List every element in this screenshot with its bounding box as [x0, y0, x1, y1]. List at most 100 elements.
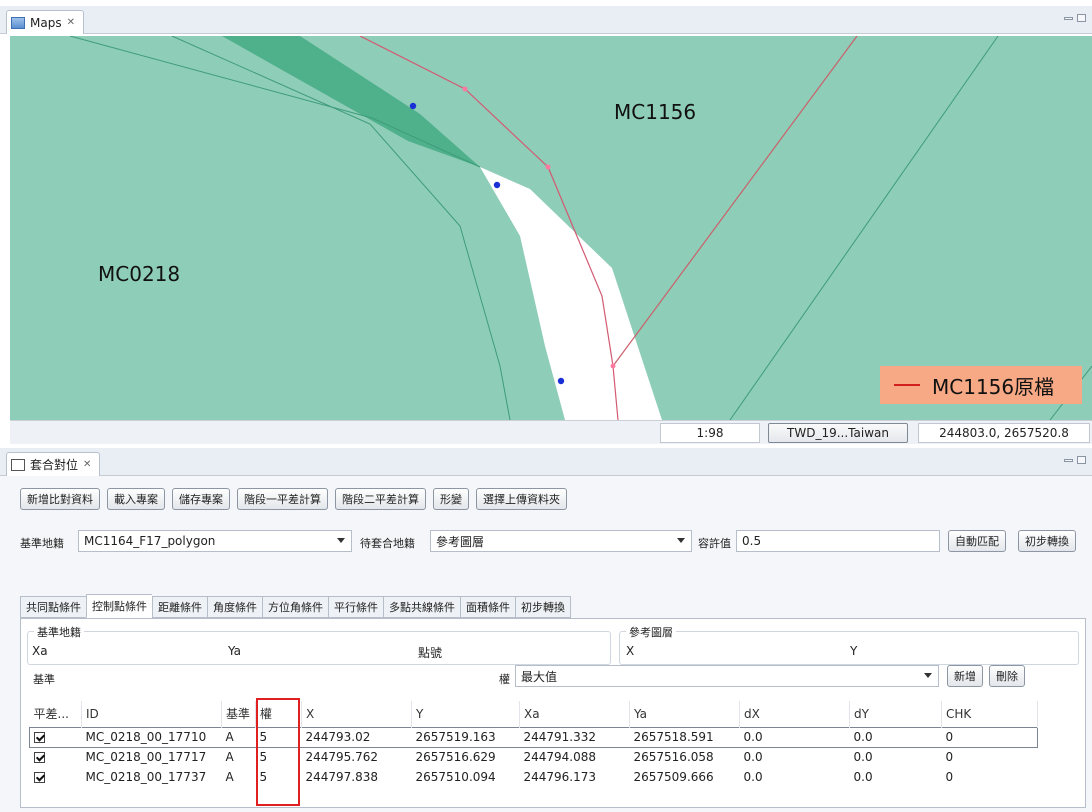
- map-legend: MC1156原檔: [880, 366, 1082, 404]
- col-x[interactable]: X: [301, 701, 412, 727]
- control-point-tab-content: 基準地籍 Xa Ya 點號 參考圖層 X Y 基準 權 最大值 新增 刪除 平差…: [20, 618, 1086, 808]
- control-point[interactable]: [409, 102, 417, 110]
- col-adjust[interactable]: 平差...: [29, 701, 82, 727]
- tab-azimuth[interactable]: 方位角條件: [262, 596, 328, 618]
- chevron-down-icon: [677, 538, 685, 543]
- maximize-icon[interactable]: [1077, 456, 1086, 464]
- control-point[interactable]: [493, 181, 501, 189]
- add-button[interactable]: 新增: [947, 665, 983, 687]
- row-checkbox-cell[interactable]: [30, 767, 82, 787]
- delete-button[interactable]: 刪除: [989, 665, 1025, 687]
- cell-y: 2657516.629: [415, 750, 496, 765]
- tab-control-point[interactable]: 控制點條件: [86, 594, 152, 618]
- maps-window-controls: [1064, 14, 1086, 22]
- map-statusbar: 1:98 TWD_19...Taiwan 244803.0, 2657520.8: [10, 420, 1092, 444]
- panel-icon: [11, 458, 25, 471]
- tolerance-input[interactable]: 0.5: [736, 530, 940, 552]
- target-cadastre-label: 待套合地籍: [360, 537, 415, 550]
- save-project-button[interactable]: 儲存專案: [172, 488, 230, 510]
- stage1-adjust-button[interactable]: 階段一平差計算: [237, 488, 328, 510]
- tab-angle[interactable]: 角度條件: [207, 596, 262, 618]
- load-project-button[interactable]: 載入專案: [107, 488, 165, 510]
- cell-chk: 0: [945, 770, 954, 784]
- col-ya[interactable]: Ya: [629, 701, 740, 727]
- col-weight[interactable]: 權: [255, 701, 302, 727]
- add-comparison-button[interactable]: 新增比對資料: [20, 488, 100, 510]
- outline-vertex: [462, 86, 468, 92]
- tab-maps[interactable]: Maps ✕: [6, 10, 84, 34]
- cell-chk: 0: [945, 750, 954, 765]
- row-checkbox-cell[interactable]: [30, 747, 82, 767]
- target-cadastre-select[interactable]: 參考圖層: [430, 530, 692, 552]
- initial-transform-button[interactable]: 初步轉換: [1018, 530, 1076, 552]
- table-row[interactable]: MC_0218_00_17710 A 5 244793.02 2657519.1…: [29, 726, 1038, 748]
- tab-distance[interactable]: 距離條件: [152, 596, 207, 618]
- weight-label: 權: [499, 673, 510, 686]
- cell-y: 2657519.163: [411, 726, 520, 748]
- tab-overlay-alignment[interactable]: 套合對位 ✕: [6, 452, 101, 476]
- base-cadastre-label: 基準地籍: [20, 537, 64, 550]
- row-checkbox-cell[interactable]: [29, 726, 82, 748]
- cell-y: 2657510.094: [415, 770, 496, 784]
- cell-xa: 244791.332: [519, 726, 630, 748]
- cell-weight[interactable]: 5: [256, 767, 302, 787]
- select-upload-folder-button[interactable]: 選擇上傳資料夾: [476, 488, 567, 510]
- row-checkbox[interactable]: [33, 752, 45, 764]
- minimize-icon[interactable]: [1064, 459, 1073, 462]
- coordinate-readout: 244803.0, 2657520.8: [918, 423, 1090, 443]
- row-checkbox[interactable]: [34, 732, 45, 743]
- weight-select[interactable]: 最大值: [515, 665, 939, 687]
- ref-group-title: 參考圖層: [626, 624, 676, 640]
- cell-weight[interactable]: 5: [256, 747, 302, 767]
- control-point-table: 平差... ID 基準 權 X Y Xa Ya dX dY CHK MC_021…: [29, 701, 1038, 787]
- cell-ya: 2657509.666: [633, 770, 714, 784]
- tab-collinear[interactable]: 多點共線條件: [383, 596, 460, 618]
- panel-tabbar: 套合對位 ✕: [0, 448, 1092, 476]
- col-dx[interactable]: dX: [739, 701, 850, 727]
- col-chk[interactable]: CHK: [941, 701, 1038, 727]
- base-cadastre-value: MC1164_F17_polygon: [84, 534, 216, 548]
- panel-window-controls: [1064, 456, 1086, 464]
- ref-y-field[interactable]: Y: [850, 644, 857, 658]
- tab-overlay-alignment-label: 套合對位: [30, 458, 79, 472]
- parcel-label-mc0218: MC0218: [98, 262, 181, 286]
- auto-match-button[interactable]: 自動匹配: [948, 530, 1006, 552]
- tab-maps-label: Maps: [30, 15, 62, 30]
- maps-tabbar: Maps ✕: [0, 6, 1092, 34]
- minimize-icon[interactable]: [1064, 17, 1073, 20]
- tab-common-point[interactable]: 共同點條件: [20, 596, 86, 618]
- stage2-adjust-button[interactable]: 階段二平差計算: [335, 488, 426, 510]
- base-ya-field[interactable]: Ya: [228, 644, 241, 658]
- cell-dx: 0.0: [739, 726, 850, 748]
- table-row[interactable]: MC_0218_00_17717 A 5 244795.762 2657516.…: [30, 747, 1038, 767]
- cell-ya: 2657518.591: [629, 726, 740, 748]
- close-icon[interactable]: ✕: [83, 459, 91, 470]
- chevron-down-icon: [337, 538, 345, 543]
- col-dy[interactable]: dY: [849, 701, 942, 727]
- base-point-no-field[interactable]: 點號: [418, 644, 442, 661]
- condition-tabs: 共同點條件 控制點條件 距離條件 角度條件 方位角條件 平行條件 多點共線條件 …: [20, 594, 571, 618]
- col-id[interactable]: ID: [81, 701, 222, 727]
- maximize-icon[interactable]: [1077, 14, 1086, 22]
- base-cadastre-group: 基準地籍 Xa Ya 點號: [27, 624, 611, 665]
- col-xa[interactable]: Xa: [519, 701, 630, 727]
- deform-button[interactable]: 形變: [433, 488, 469, 510]
- col-base[interactable]: 基準: [221, 701, 256, 727]
- close-icon[interactable]: ✕: [67, 17, 75, 28]
- tab-parallel[interactable]: 平行條件: [328, 596, 383, 618]
- legend-label: MC1156原檔: [932, 374, 1055, 399]
- ref-x-field[interactable]: X: [626, 644, 634, 658]
- table-row[interactable]: MC_0218_00_17737 A 5 244797.838 2657510.…: [30, 767, 1038, 787]
- base-xa-field[interactable]: Xa: [32, 644, 48, 658]
- control-point[interactable]: [557, 377, 565, 385]
- crs-button[interactable]: TWD_19...Taiwan: [768, 423, 908, 443]
- tab-area[interactable]: 面積條件: [460, 596, 515, 618]
- cell-base: A: [225, 750, 234, 765]
- map-canvas[interactable]: MC1156 MC0218 MC1156原檔: [10, 36, 1092, 420]
- tab-initial-transform[interactable]: 初步轉換: [515, 596, 571, 618]
- cell-weight[interactable]: 5: [255, 726, 302, 748]
- target-cadastre-value: 參考圖層: [436, 534, 485, 549]
- col-y[interactable]: Y: [411, 701, 520, 727]
- row-checkbox[interactable]: [33, 772, 45, 783]
- base-cadastre-select[interactable]: MC1164_F17_polygon: [78, 530, 352, 552]
